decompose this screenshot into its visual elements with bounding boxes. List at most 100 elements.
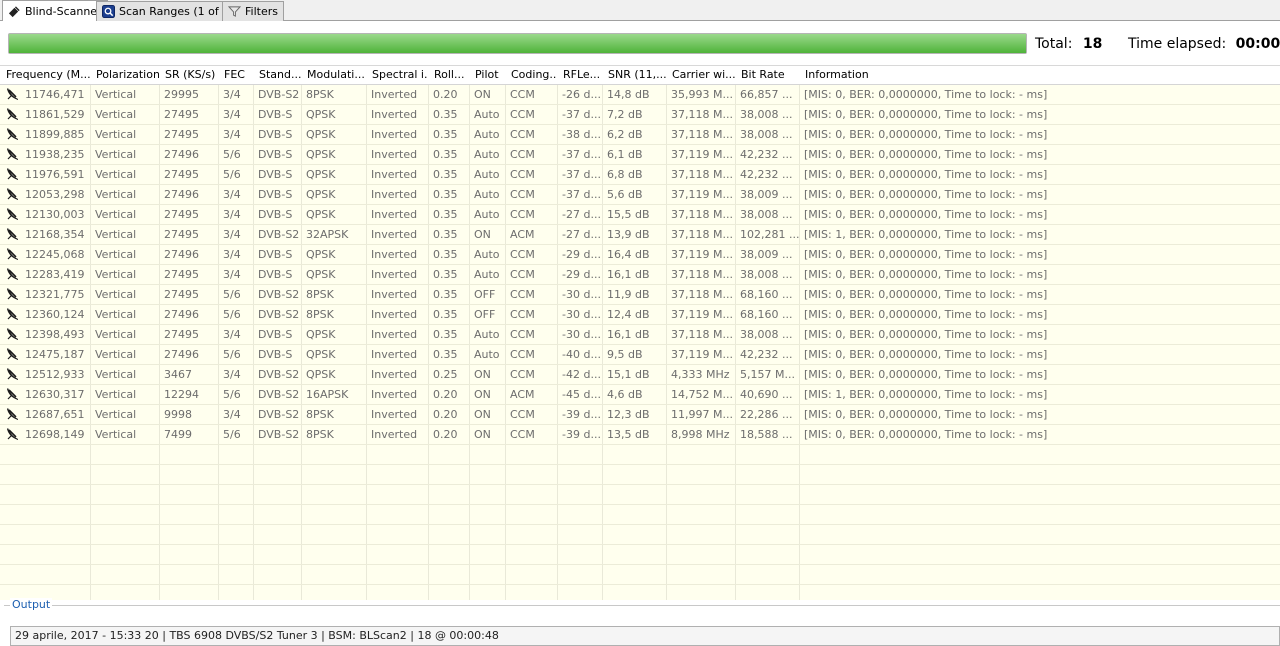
cell-pilot: ON bbox=[474, 228, 491, 241]
cell-snr: 16,1 dB bbox=[607, 328, 650, 341]
cell-fec: 3/4 bbox=[223, 108, 241, 121]
column-header-bit-rate[interactable]: Bit Rate bbox=[735, 66, 799, 85]
cell-symbol-rate: 27496 bbox=[164, 248, 199, 261]
cell-coding: CCM bbox=[510, 128, 535, 141]
satellite-dish-icon bbox=[7, 148, 18, 160]
column-header-standard[interactable]: Stand... bbox=[253, 66, 301, 85]
cell-rf-level: -30 d... bbox=[562, 308, 601, 321]
cell-rolloff: 0.20 bbox=[433, 388, 458, 401]
table-row[interactable]: 12053,298 Vertical 27496 3/4 DVB-S QPSK Invert… bbox=[0, 185, 1280, 205]
cell-rf-level: -38 d... bbox=[562, 128, 601, 141]
empty-row bbox=[0, 585, 1280, 600]
cell-modulation: QPSK bbox=[306, 328, 336, 341]
table-row[interactable]: 12398,493 Vertical 27495 3/4 DVB-S QPSK Invert… bbox=[0, 325, 1280, 345]
satellite-dish-icon bbox=[7, 428, 18, 440]
tab-scan-ranges[interactable]: Scan Ranges (1 of 7) bbox=[96, 1, 240, 21]
table-row[interactable]: 12630,317 Vertical 12294 5/6 DVB-S2 16APSK Inv… bbox=[0, 385, 1280, 405]
column-header-information[interactable]: Information bbox=[799, 66, 1280, 85]
cell-frequency: 12168,354 bbox=[0, 225, 90, 245]
column-header-fec[interactable]: FEC bbox=[218, 66, 253, 85]
column-header-rf-level[interactable]: RFLe... bbox=[557, 66, 602, 85]
column-header-coding[interactable]: Coding... bbox=[505, 66, 557, 85]
cell-information: [MIS: 0, BER: 0,0000000, Time to lock: -… bbox=[804, 208, 1048, 221]
frequency-value: 12130,003 bbox=[25, 208, 85, 221]
satellite-dish-icon bbox=[7, 408, 18, 420]
cell-coding: CCM bbox=[510, 188, 535, 201]
column-header-modulation[interactable]: Modulati... bbox=[301, 66, 366, 85]
cell-pilot: Auto bbox=[474, 328, 500, 341]
column-header-spectral-inversion[interactable]: Spectral i... bbox=[366, 66, 428, 85]
table-row[interactable]: 12245,068 Vertical 27496 3/4 DVB-S QPSK Invert… bbox=[0, 245, 1280, 265]
satellite-dish-icon bbox=[7, 348, 18, 360]
cell-standard: DVB-S bbox=[258, 248, 293, 261]
table-row[interactable]: 12475,187 Vertical 27496 5/6 DVB-S QPSK Invert… bbox=[0, 345, 1280, 365]
frequency-value: 12168,354 bbox=[25, 228, 85, 241]
column-header-symbol-rate[interactable]: SR (KS/s) bbox=[159, 66, 218, 85]
results-table[interactable]: Frequency (M... Polarization SR (KS/s) FEC S… bbox=[0, 65, 1280, 600]
cell-coding: ACM bbox=[510, 228, 535, 241]
table-row[interactable]: 11861,529 Vertical 27495 3/4 DVB-S QPSK Invert… bbox=[0, 105, 1280, 125]
table-row[interactable]: 12168,354 Vertical 27495 3/4 DVB-S2 32APSK Inv… bbox=[0, 225, 1280, 245]
cell-standard: DVB-S2 bbox=[258, 368, 300, 381]
cell-spectral-inversion: Inverted bbox=[371, 388, 418, 401]
output-log[interactable]: 29 aprile, 2017 - 15:33 20 | TBS 6908 DV… bbox=[10, 626, 1280, 646]
cell-symbol-rate: 12294 bbox=[164, 388, 199, 401]
table-row[interactable]: 11976,591 Vertical 27495 5/6 DVB-S QPSK Invert… bbox=[0, 165, 1280, 185]
cell-coding: CCM bbox=[510, 88, 535, 101]
cell-rolloff: 0.35 bbox=[433, 288, 458, 301]
cell-fec: 5/6 bbox=[223, 388, 241, 401]
cell-pilot: Auto bbox=[474, 208, 500, 221]
column-header-frequency[interactable]: Frequency (M... bbox=[0, 66, 90, 85]
cell-polarization: Vertical bbox=[95, 188, 137, 201]
column-header-carrier-width[interactable]: Carrier wi... bbox=[666, 66, 735, 85]
cell-standard: DVB-S2 bbox=[258, 408, 300, 421]
table-row[interactable]: 12687,651 Vertical 9998 3/4 DVB-S2 8PSK Invert… bbox=[0, 405, 1280, 425]
cell-rf-level: -40 d... bbox=[562, 348, 601, 361]
table-row[interactable]: 11746,471 Vertical 29995 3/4 DVB-S2 8PSK Inver… bbox=[0, 85, 1280, 105]
cell-spectral-inversion: Inverted bbox=[371, 428, 418, 441]
column-header-polarization[interactable]: Polarization bbox=[90, 66, 159, 85]
table-row[interactable]: 12698,149 Vertical 7499 5/6 DVB-S2 8PSK Invert… bbox=[0, 425, 1280, 445]
frequency-value: 11746,471 bbox=[25, 88, 85, 101]
cell-frequency: 12130,003 bbox=[0, 205, 90, 225]
cell-modulation: 8PSK bbox=[306, 428, 334, 441]
cell-coding: CCM bbox=[510, 328, 535, 341]
empty-row bbox=[0, 545, 1280, 565]
cell-symbol-rate: 9998 bbox=[164, 408, 192, 421]
cell-coding: CCM bbox=[510, 348, 535, 361]
cell-polarization: Vertical bbox=[95, 308, 137, 321]
empty-row bbox=[0, 445, 1280, 465]
tab-filters[interactable]: Filters bbox=[222, 1, 284, 21]
column-header-pilot[interactable]: Pilot bbox=[469, 66, 505, 85]
cell-rolloff: 0.35 bbox=[433, 208, 458, 221]
table-row[interactable]: 11899,885 Vertical 27495 3/4 DVB-S QPSK Invert… bbox=[0, 125, 1280, 145]
table-row[interactable]: 12360,124 Vertical 27496 5/6 DVB-S2 8PSK Inver… bbox=[0, 305, 1280, 325]
scan-progress-bar bbox=[8, 33, 1027, 54]
cell-spectral-inversion: Inverted bbox=[371, 108, 418, 121]
cell-coding: CCM bbox=[510, 168, 535, 181]
column-header-snr[interactable]: SNR (11,... bbox=[602, 66, 666, 85]
column-header-rolloff[interactable]: Roll... bbox=[428, 66, 469, 85]
cell-frequency: 11938,235 bbox=[0, 145, 90, 165]
cell-pilot: Auto bbox=[474, 248, 500, 261]
cell-snr: 6,8 dB bbox=[607, 168, 643, 181]
cell-rf-level: -39 d... bbox=[562, 408, 601, 421]
cell-modulation: 16APSK bbox=[306, 388, 349, 401]
cell-pilot: ON bbox=[474, 88, 491, 101]
tab-blind-scanner[interactable]: Blind-Scanner bbox=[2, 0, 108, 22]
cell-snr: 4,6 dB bbox=[607, 388, 643, 401]
table-row[interactable]: 12130,003 Vertical 27495 3/4 DVB-S QPSK Invert… bbox=[0, 205, 1280, 225]
cell-modulation: QPSK bbox=[306, 268, 336, 281]
table-row[interactable]: 12283,419 Vertical 27495 3/4 DVB-S QPSK Invert… bbox=[0, 265, 1280, 285]
cell-rolloff: 0.20 bbox=[433, 408, 458, 421]
cell-frequency: 11746,471 bbox=[0, 85, 90, 105]
table-row[interactable]: 12321,775 Vertical 27495 5/6 DVB-S2 8PSK Inver… bbox=[0, 285, 1280, 305]
frequency-value: 11899,885 bbox=[25, 128, 85, 141]
empty-row bbox=[0, 525, 1280, 545]
cell-rf-level: -37 d... bbox=[562, 108, 601, 121]
table-row[interactable]: 12512,933 Vertical 3467 3/4 DVB-S2 QPSK Invert… bbox=[0, 365, 1280, 385]
table-row[interactable]: 11938,235 Vertical 27496 5/6 DVB-S QPSK Invert… bbox=[0, 145, 1280, 165]
cell-carrier-width: 37,119 M... bbox=[671, 308, 733, 321]
cell-rf-level: -26 d... bbox=[562, 88, 601, 101]
cell-modulation: QPSK bbox=[306, 348, 336, 361]
